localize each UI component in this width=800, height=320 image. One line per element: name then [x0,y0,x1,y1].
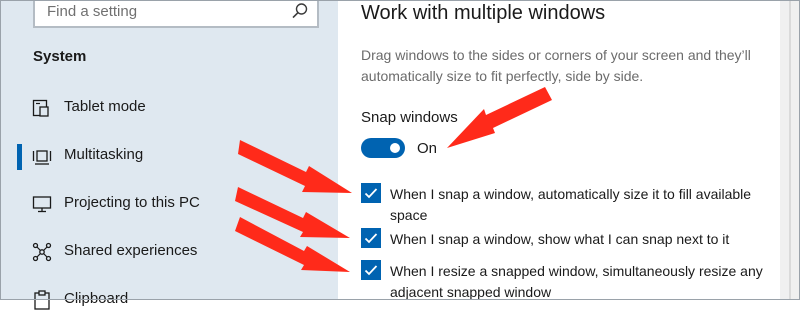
checkbox-label: When I snap a window, automatically size… [390,186,752,223]
snap-windows-toggle[interactable] [361,138,405,158]
toggle-state-label: On [417,140,438,157]
sidebar-item-label: Clipboard [64,290,129,307]
selected-indicator [17,144,22,170]
search-input[interactable]: Find a setting [33,0,319,28]
window-scrollbar[interactable] [780,0,800,300]
scrollbar-track [789,0,791,300]
auto-size-checkbox[interactable] [361,183,381,203]
multitasking-icon [32,146,52,166]
toggle-knob [390,143,400,153]
shared-experiences-icon [32,242,52,262]
section-title: System [33,48,87,65]
search-placeholder: Find a setting [47,3,138,20]
checkmark-icon [364,233,378,244]
sidebar-item-tablet-mode[interactable]: Tablet mode [0,88,338,128]
settings-sidebar: Find a setting System Tablet mode Multit… [0,0,338,310]
snap-assist-checkbox[interactable] [361,228,381,248]
sidebar-item-shared-experiences[interactable]: Shared experiences [0,232,338,272]
sidebar-item-multitasking[interactable]: Multitasking [0,136,338,176]
option-resize-adjacent: When I resize a snapped window, simultan… [361,260,771,302]
clipboard-icon [32,290,52,310]
checkbox-label: When I resize a snapped window, simultan… [390,263,763,300]
sidebar-item-projecting[interactable]: Projecting to this PC [0,184,338,224]
section-description: Drag windows to the sides or corners of … [361,47,751,84]
sidebar-item-label: Projecting to this PC [64,194,200,211]
search-icon[interactable] [291,2,309,20]
checkbox-label: When I snap a window, show what I can sn… [390,231,730,247]
sidebar-item-label: Shared experiences [64,242,198,259]
sidebar-item-label: Tablet mode [64,98,146,115]
page-heading: Work with multiple windows [361,2,606,24]
checkmark-icon [364,265,378,276]
settings-content: Work with multiple windows Drag windows … [338,0,780,300]
projecting-icon [32,194,52,214]
snap-windows-label: Snap windows [361,109,458,126]
option-show-snap-assist: When I snap a window, show what I can sn… [361,228,771,250]
option-auto-size: When I snap a window, automatically size… [361,183,771,225]
resize-adjacent-checkbox[interactable] [361,260,381,280]
checkmark-icon [364,188,378,199]
sidebar-item-clipboard[interactable]: Clipboard [0,280,338,320]
sidebar-item-label: Multitasking [64,146,144,163]
tablet-mode-icon [32,98,52,118]
